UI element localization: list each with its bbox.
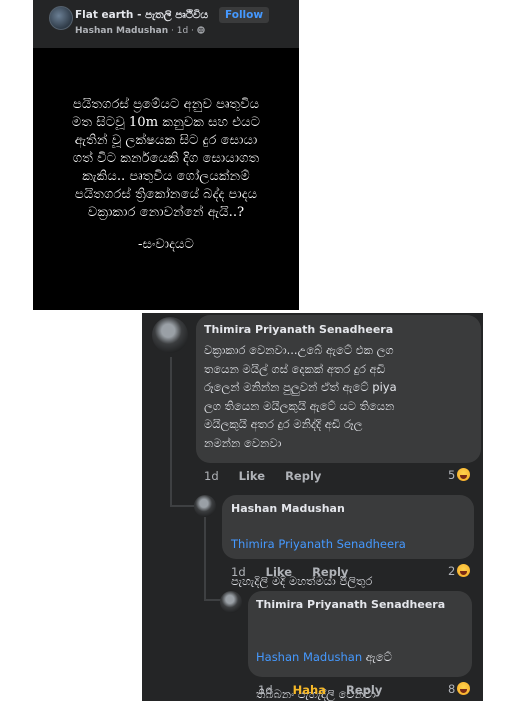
globe-icon (197, 26, 205, 34)
avatar[interactable] (220, 591, 242, 613)
reply-button[interactable]: Reply (312, 565, 348, 579)
reply-button[interactable]: Reply (346, 683, 382, 697)
comment-time[interactable]: 1d (204, 469, 219, 483)
comment-author[interactable]: Hashan Madushan (231, 502, 345, 515)
haha-icon (457, 564, 471, 577)
comment-time[interactable]: 1d (231, 565, 246, 579)
comment-text: වක්‍රාකාර වෙනවා...උබේ ඇටේ එක ලග තයෙන මයි… (204, 343, 397, 450)
post-body-text: පයිතගරස් ප්‍රමේයට අනුව පෘතුවිය මත සිටවූ … (71, 97, 261, 220)
like-button[interactable]: Like (266, 565, 292, 579)
comment-actions: 1d Like Reply (231, 565, 364, 579)
reaction-count[interactable]: 2 (448, 564, 471, 578)
reply-button[interactable]: Reply (285, 469, 321, 483)
group-avatar[interactable] (49, 6, 73, 30)
comment-author[interactable]: Thimira Priyanath Senadheera (256, 598, 445, 611)
haha-reaction-button[interactable]: Haha (293, 683, 326, 697)
thread-line (170, 357, 172, 507)
haha-icon (457, 682, 471, 695)
post-card: Flat earth - පැතලි පෘථිවිය Follow Hashan… (33, 0, 299, 310)
reaction-count[interactable]: 8 (448, 682, 471, 696)
comment-author[interactable]: Thimira Priyanath Senadheera (204, 323, 393, 336)
comment-actions: 1d Haha Reply (258, 683, 398, 697)
mention-link[interactable]: Thimira Priyanath Senadheera (231, 535, 471, 554)
post-signature: -සංවාදයට (138, 237, 194, 252)
avatar[interactable] (194, 495, 216, 517)
thread-line (204, 517, 206, 601)
post-author-line: Hashan Madushan · 1d · (75, 26, 205, 36)
comment-actions: 1d Like Reply (204, 469, 337, 483)
mention-line: Hashan Madushan ඇටේ (256, 650, 392, 664)
post-header: Flat earth - පැතලි පෘථිවිය Follow Hashan… (33, 0, 299, 48)
mention-link[interactable]: Hashan Madushan (256, 650, 362, 664)
group-name[interactable]: Flat earth - පැතලි පෘථිවිය (75, 9, 208, 22)
reaction-count[interactable]: 5 (448, 468, 471, 482)
post-author[interactable]: Hashan Madushan (75, 26, 168, 36)
comment-time[interactable]: 1d (258, 683, 273, 697)
comments-panel: Thimira Priyanath Senadheera වක්‍රාකාර ව… (142, 313, 483, 701)
like-button[interactable]: Like (239, 469, 265, 483)
haha-icon (457, 468, 471, 481)
thread-connector (170, 505, 196, 507)
avatar[interactable] (152, 317, 188, 353)
post-time[interactable]: 1d (177, 26, 188, 36)
follow-button[interactable]: Follow (219, 7, 270, 23)
